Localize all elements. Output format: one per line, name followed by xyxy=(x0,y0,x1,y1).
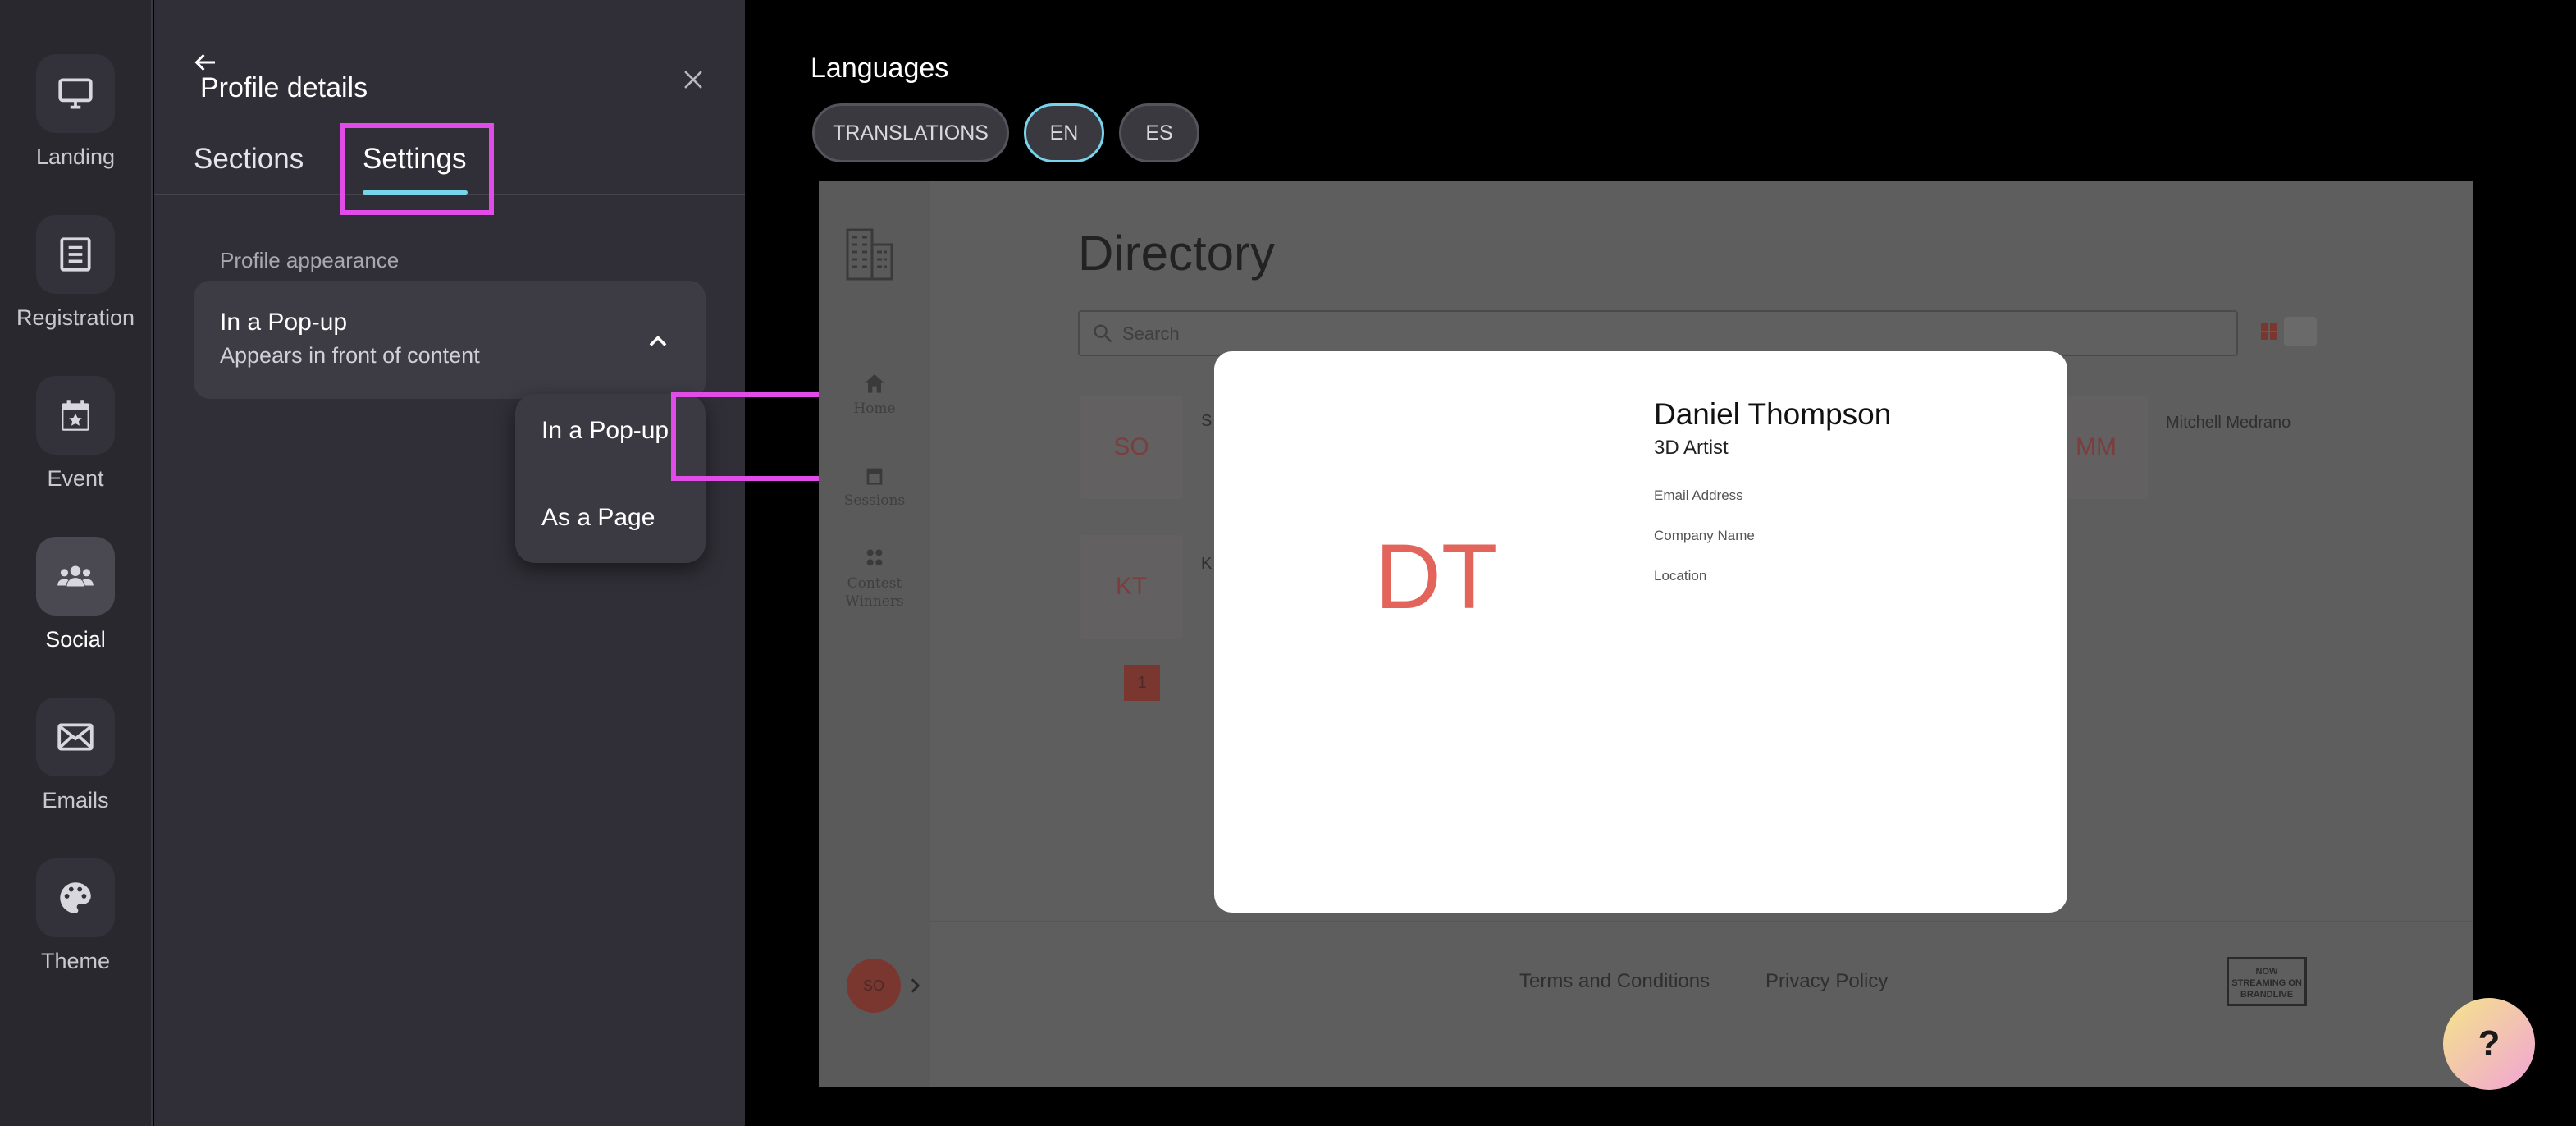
preview-sidebar: Home Sessions Contest Winners xyxy=(819,181,930,1087)
app-root: Landing Registration Event Social Emails xyxy=(0,0,2576,1126)
rail-item-landing[interactable]: Landing xyxy=(0,54,151,170)
rail-label: Landing xyxy=(35,144,116,169)
terms-link[interactable]: Terms and Conditions xyxy=(1519,970,1710,993)
rail-button[interactable] xyxy=(36,537,115,616)
rail-item-event[interactable]: Event xyxy=(0,376,151,492)
profile-appearance-select[interactable]: In a Pop-up Appears in front of content xyxy=(194,281,706,399)
brandlive-logo: NOW STREAMING ON BRANDLIVE xyxy=(2227,957,2307,1006)
envelope-icon xyxy=(57,723,94,751)
palette-icon xyxy=(60,882,91,913)
calendar-icon xyxy=(62,400,89,431)
rail-item-emails[interactable]: Emails xyxy=(0,698,151,813)
profile-field-company: Company Name xyxy=(1654,528,1755,543)
profile-appearance-label: Profile appearance xyxy=(220,248,400,272)
rail-label: Registration xyxy=(16,305,135,330)
select-value: In a Pop-up xyxy=(220,309,348,336)
profile-initials: DT xyxy=(1375,525,1498,628)
directory-card[interactable]: KT xyxy=(1080,535,1183,639)
rail-button[interactable] xyxy=(36,215,115,294)
preview-nav-contest-winners[interactable]: Contest Winners xyxy=(819,545,930,611)
profile-field-location: Location xyxy=(1654,568,1707,584)
language-es-button[interactable]: ES xyxy=(1119,103,1199,162)
directory-search-input[interactable]: Search xyxy=(1078,310,2238,356)
list-view-icon[interactable] xyxy=(2284,317,2317,346)
card-name: Mitchell Medrano xyxy=(2166,414,2291,432)
building-icon xyxy=(846,228,893,281)
nav-label: Home xyxy=(853,401,896,417)
profile-role: 3D Artist xyxy=(1654,437,1729,459)
panel-title: Profile details xyxy=(200,72,368,103)
profile-field-email: Email Address xyxy=(1654,487,1743,503)
tab-sections[interactable]: Sections xyxy=(194,143,304,176)
nav-label: Sessions xyxy=(843,492,906,509)
preview-nav-sessions[interactable]: Sessions xyxy=(819,463,930,509)
group-icon xyxy=(866,549,883,566)
calendar-icon xyxy=(866,468,883,485)
settings-tab-highlight xyxy=(340,123,494,215)
rail-button[interactable] xyxy=(36,698,115,776)
card-name: K xyxy=(1201,555,1213,573)
language-en-button[interactable]: EN xyxy=(1024,103,1104,162)
grid-view-icon[interactable] xyxy=(2259,322,2279,341)
rail-label: Social xyxy=(45,627,106,652)
profile-popup-modal: DT Daniel Thompson 3D Artist Email Addre… xyxy=(1214,351,2067,913)
translations-button[interactable]: TRANSLATIONS xyxy=(812,103,1009,162)
chevron-right-icon[interactable] xyxy=(904,973,925,998)
menu-item-page[interactable]: As a Page xyxy=(515,504,706,532)
directory-card[interactable]: SO xyxy=(1080,396,1183,499)
rail-label: Theme xyxy=(40,949,111,973)
nav-label: Contest Winners xyxy=(845,575,904,610)
pagination-current-page[interactable]: 1 xyxy=(1124,665,1160,701)
chevron-up-icon[interactable] xyxy=(643,327,673,356)
help-button[interactable]: ? xyxy=(2443,998,2535,1090)
preview-nav-home[interactable]: Home xyxy=(819,371,930,417)
search-icon xyxy=(1094,324,1112,343)
languages-title: Languages xyxy=(811,53,949,84)
rail-label: Event xyxy=(47,466,104,491)
people-icon xyxy=(57,565,94,587)
rail-item-registration[interactable]: Registration xyxy=(0,215,151,331)
monitor-icon xyxy=(58,78,93,109)
rail-item-theme[interactable]: Theme xyxy=(0,858,151,974)
avatar[interactable]: SO xyxy=(847,959,901,1013)
rail-item-social[interactable]: Social xyxy=(0,537,151,652)
list-icon xyxy=(60,237,91,272)
left-nav-rail: Landing Registration Event Social Emails xyxy=(0,0,153,1126)
card-name: S xyxy=(1201,412,1213,430)
directory-heading: Directory xyxy=(1078,226,1276,281)
home-icon xyxy=(865,374,884,393)
rail-button[interactable] xyxy=(36,54,115,133)
footer-divider xyxy=(930,921,2473,922)
privacy-link[interactable]: Privacy Policy xyxy=(1765,970,1888,993)
rail-button[interactable] xyxy=(36,376,115,455)
profile-name: Daniel Thompson xyxy=(1654,397,1892,431)
profile-details-panel: Profile details Sections Settings Profil… xyxy=(154,0,860,1126)
close-icon[interactable] xyxy=(679,66,707,94)
rail-label: Emails xyxy=(42,788,109,812)
rail-button[interactable] xyxy=(36,858,115,937)
select-description: Appears in front of content xyxy=(220,343,480,368)
